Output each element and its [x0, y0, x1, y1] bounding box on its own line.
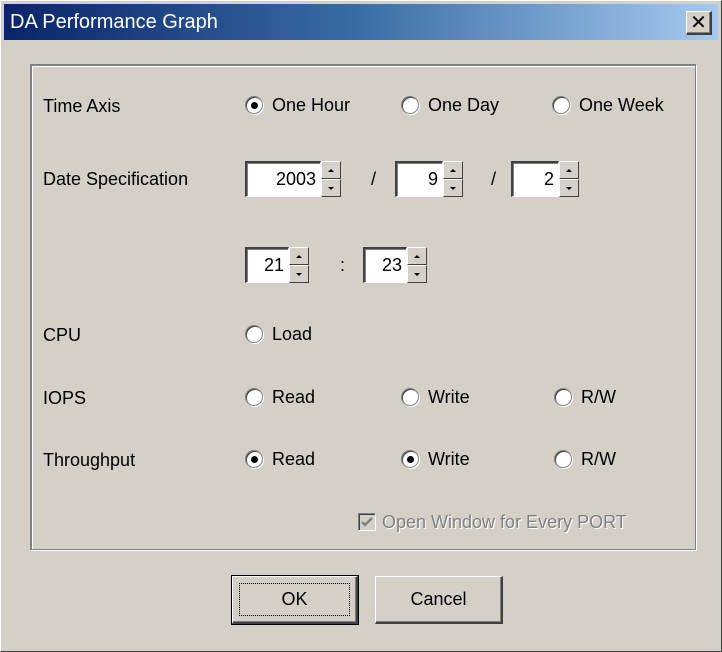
radio-throughput-rw-label: R/W	[581, 448, 616, 469]
radio-throughput-rw[interactable]: R/W	[554, 446, 616, 472]
radio-unselected-icon	[554, 388, 572, 406]
up-arrow-icon	[296, 254, 302, 258]
radio-throughput-write[interactable]: Write	[401, 446, 470, 472]
radio-iops-read-label: Read	[272, 386, 316, 407]
radio-unselected-icon	[401, 96, 419, 114]
radio-throughput-read[interactable]: Read	[245, 446, 315, 472]
date-spec-label: Date Specification	[43, 169, 189, 189]
cpu-label: CPU	[43, 325, 82, 345]
focus-rectangle	[239, 583, 350, 616]
title-bar[interactable]: DA Performance Graph ✕	[4, 4, 718, 40]
minute-field[interactable]: 23	[363, 247, 407, 283]
radio-one-day[interactable]: One Day	[401, 92, 499, 118]
radio-one-week[interactable]: One Week	[552, 92, 664, 118]
dialog-window: DA Performance Graph ✕ Time Axis One Hou…	[0, 0, 722, 652]
spin-down-button[interactable]	[443, 179, 463, 197]
throughput-label: Throughput	[43, 450, 136, 470]
open-window-checkbox[interactable]: Open Window for Every PORT	[358, 509, 627, 535]
radio-selected-icon	[245, 96, 263, 114]
radio-iops-rw-label: R/W	[581, 386, 616, 407]
year-spinner[interactable]: 2003	[245, 161, 341, 197]
time-axis-label: Time Axis	[43, 96, 121, 116]
close-button[interactable]: ✕	[686, 11, 712, 35]
down-arrow-icon	[296, 272, 302, 276]
radio-unselected-icon	[552, 96, 570, 114]
settings-group	[30, 64, 696, 550]
radio-unselected-icon	[554, 450, 572, 468]
spin-down-button[interactable]	[407, 265, 427, 283]
open-window-label: Open Window for Every PORT	[382, 511, 627, 532]
up-arrow-icon	[450, 168, 456, 172]
cancel-button-label: Cancel	[410, 589, 467, 609]
minute-spinner[interactable]: 23	[363, 247, 427, 283]
time-separator: :	[340, 255, 346, 275]
radio-selected-icon	[401, 450, 419, 468]
spin-up-button[interactable]	[321, 161, 341, 179]
radio-iops-write[interactable]: Write	[401, 384, 470, 410]
radio-unselected-icon	[245, 388, 263, 406]
down-arrow-icon	[328, 186, 334, 190]
radio-one-hour[interactable]: One Hour	[245, 92, 350, 118]
down-arrow-icon	[450, 186, 456, 190]
radio-one-week-label: One Week	[579, 94, 664, 115]
radio-unselected-icon	[401, 388, 419, 406]
radio-one-hour-label: One Hour	[272, 94, 351, 115]
radio-iops-read[interactable]: Read	[245, 384, 315, 410]
date-separator: /	[491, 169, 497, 189]
hour-field[interactable]: 21	[245, 247, 289, 283]
date-separator: /	[371, 169, 377, 189]
month-field[interactable]: 9	[395, 161, 443, 197]
radio-selected-icon	[245, 450, 263, 468]
ok-button[interactable]: OK	[231, 575, 359, 625]
spin-down-button[interactable]	[559, 179, 579, 197]
hour-spinner[interactable]: 21	[245, 247, 309, 283]
radio-one-day-label: One Day	[428, 94, 500, 115]
up-arrow-icon	[566, 168, 572, 172]
spin-up-button[interactable]	[559, 161, 579, 179]
radio-iops-rw[interactable]: R/W	[554, 384, 616, 410]
month-spinner[interactable]: 9	[395, 161, 463, 197]
close-icon: ✕	[690, 10, 707, 34]
down-arrow-icon	[414, 272, 420, 276]
radio-unselected-icon	[245, 325, 263, 343]
spin-up-button[interactable]	[407, 247, 427, 265]
day-field[interactable]: 2	[511, 161, 559, 197]
spin-up-button[interactable]	[289, 247, 309, 265]
spin-down-button[interactable]	[289, 265, 309, 283]
radio-throughput-read-label: Read	[272, 448, 316, 469]
year-field[interactable]: 2003	[245, 161, 321, 197]
radio-cpu-load[interactable]: Load	[245, 321, 312, 347]
checkbox-checked-icon	[358, 513, 376, 531]
radio-iops-write-label: Write	[428, 386, 470, 407]
iops-label: IOPS	[43, 388, 87, 408]
window-title: DA Performance Graph	[10, 11, 218, 33]
day-spinner[interactable]: 2	[511, 161, 579, 197]
radio-cpu-load-label: Load	[272, 323, 313, 344]
radio-throughput-write-label: Write	[428, 448, 470, 469]
up-arrow-icon	[414, 254, 420, 258]
down-arrow-icon	[566, 186, 572, 190]
spin-up-button[interactable]	[443, 161, 463, 179]
spin-down-button[interactable]	[321, 179, 341, 197]
cancel-button[interactable]: Cancel	[375, 576, 503, 624]
up-arrow-icon	[328, 168, 334, 172]
